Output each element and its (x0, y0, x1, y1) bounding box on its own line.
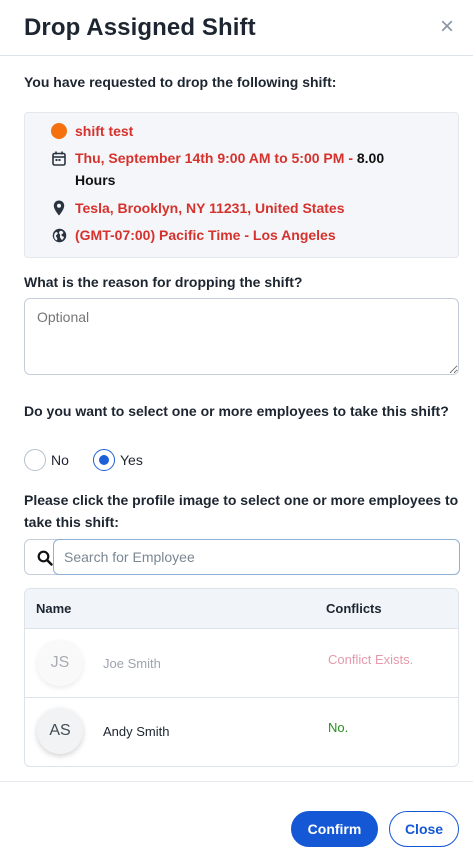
search-icon (37, 550, 53, 566)
dialog-title: Drop Assigned Shift (24, 14, 256, 41)
globe-icon (51, 227, 67, 243)
radio-no[interactable]: No (24, 449, 69, 471)
map-pin-icon (51, 200, 67, 216)
close-icon[interactable]: × (436, 15, 458, 39)
avatar[interactable]: AS (37, 708, 83, 754)
avatar[interactable]: JS (37, 640, 83, 686)
shift-date-range: Thu, September 14th 9:00 AM to 5:00 PM - (75, 150, 353, 166)
employee-instruction: Please click the profile image to select… (24, 492, 459, 530)
dialog-header: Drop Assigned Shift × (0, 0, 473, 56)
shift-timezone: (GMT-07:00) Pacific Time - Los Angeles (75, 227, 336, 243)
radio-no-circle[interactable] (24, 449, 46, 471)
shift-intro-label: You have requested to drop the following… (24, 74, 337, 90)
reason-question: What is the reason for dropping the shif… (24, 274, 303, 290)
shift-datetime: Thu, September 14th 9:00 AM to 5:00 PM -… (75, 147, 384, 169)
shift-hours-value: 8.00 (356, 150, 385, 166)
employee-name: Andy Smith (103, 724, 170, 739)
radio-no-label: No (51, 452, 69, 468)
conflict-status: Conflict Exists. (328, 652, 414, 667)
shift-location: Tesla, Brooklyn, NY 11231, United States (75, 200, 345, 216)
radio-yes[interactable]: Yes (93, 449, 143, 471)
employee-table: Name Conflicts JS Joe Smith Conflict Exi… (24, 588, 459, 767)
select-employees-question: Do you want to select one or more employ… (24, 403, 449, 419)
employee-search-input[interactable] (53, 539, 460, 575)
status-dot-icon (51, 123, 67, 139)
table-header: Name Conflicts (25, 589, 458, 629)
employee-search (24, 539, 460, 575)
footer-divider (0, 781, 473, 782)
confirm-button[interactable]: Confirm (291, 811, 378, 847)
radio-yes-label: Yes (120, 452, 143, 468)
calendar-icon (51, 150, 67, 166)
shift-details-card: shift test Thu, September 14th 9:00 AM t… (24, 112, 459, 258)
shift-name: shift test (75, 123, 134, 139)
close-button[interactable]: Close (389, 811, 459, 847)
reason-textarea[interactable] (24, 298, 459, 375)
table-row: JS Joe Smith Conflict Exists. (25, 629, 458, 698)
employee-name: Joe Smith (103, 656, 161, 671)
column-conflicts: Conflicts (326, 601, 382, 616)
shift-hours-unit: Hours (75, 172, 116, 188)
conflict-status: No. (328, 720, 349, 735)
radio-yes-circle[interactable] (93, 449, 115, 471)
column-name: Name (36, 601, 72, 616)
table-row: AS Andy Smith No. (25, 698, 458, 766)
